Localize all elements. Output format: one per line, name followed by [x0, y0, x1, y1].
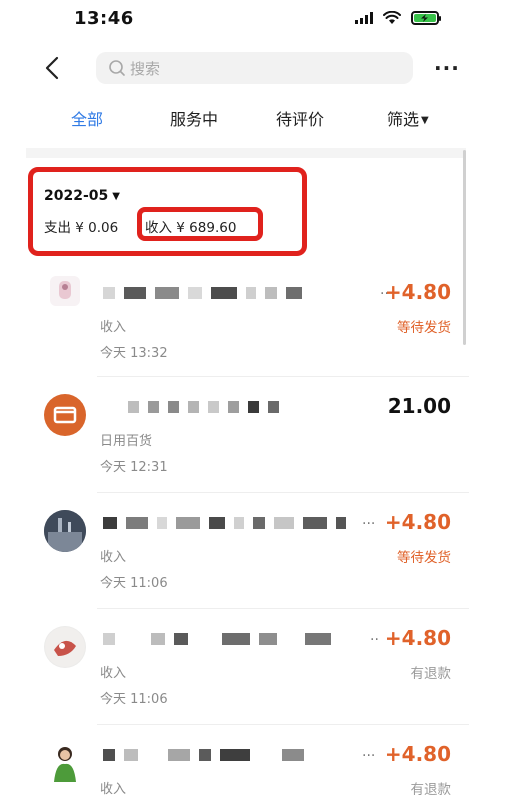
title-ellipsis: ...	[362, 744, 376, 760]
search-placeholder: 搜索	[130, 59, 161, 78]
status-icons	[355, 11, 441, 25]
row-divider	[97, 608, 469, 609]
amount: +4.80	[384, 510, 451, 534]
category: 收入	[100, 782, 127, 797]
amount: 21.00	[387, 394, 451, 418]
more-options-icon[interactable]: ···	[434, 56, 460, 80]
row-divider	[97, 724, 469, 725]
category: 日用百货	[100, 434, 153, 449]
filter-tabs: 全部 服务中 待评价 筛选 ▼	[0, 106, 519, 136]
timestamp: 今天 11:06	[100, 576, 168, 591]
category: 收入	[100, 550, 127, 565]
back-chevron-icon[interactable]	[40, 54, 64, 82]
avatar	[44, 742, 86, 784]
transaction-row[interactable]: .. +4.80 收入 等待发货 今天 13:32	[0, 262, 519, 378]
order-status: 有退款	[410, 666, 452, 682]
transaction-row[interactable]: ... +4.80 收入 有退款	[0, 724, 519, 801]
signal-icon	[355, 12, 373, 24]
section-gap	[26, 148, 466, 158]
blurred-title	[103, 748, 304, 762]
timestamp: 今天 12:31	[100, 460, 168, 475]
store-icon	[44, 394, 86, 436]
tab-all[interactable]: 全部	[71, 106, 103, 130]
battery-icon	[411, 11, 441, 25]
status-time: 13:46	[74, 8, 134, 29]
title-ellipsis: ...	[362, 512, 376, 528]
search-icon	[109, 60, 125, 76]
tab-filter[interactable]: 筛选 ▼	[387, 106, 429, 130]
caret-down-icon: ▼	[421, 115, 429, 126]
avatar	[50, 276, 80, 306]
blurred-title	[103, 632, 331, 646]
amount: +4.80	[384, 626, 451, 650]
transaction-row[interactable]: ... +4.80 收入 等待发货 今天 11:06	[0, 492, 519, 608]
blurred-title	[128, 400, 279, 414]
order-status: 有退款	[410, 782, 452, 798]
blurred-title	[103, 516, 346, 530]
category: 收入	[100, 666, 127, 681]
tab-pending-review[interactable]: 待评价	[276, 106, 324, 130]
order-status: 等待发货	[397, 550, 451, 566]
annotation-box-income	[137, 207, 263, 241]
avatar	[44, 510, 86, 552]
timestamp: 今天 11:06	[100, 692, 168, 707]
timestamp: 今天 13:32	[100, 346, 168, 361]
amount: +4.80	[384, 280, 451, 304]
order-status: 等待发货	[397, 320, 451, 336]
row-divider	[97, 376, 469, 377]
nav-bar: 搜索 ···	[0, 48, 519, 90]
wifi-icon	[383, 11, 401, 24]
status-bar: 13:46	[0, 0, 519, 44]
tab-filter-label: 筛选	[387, 110, 420, 129]
transaction-row[interactable]: .. +4.80 收入 有退款 今天 11:06	[0, 608, 519, 724]
tab-in-service[interactable]: 服务中	[170, 106, 218, 130]
transaction-row[interactable]: 21.00 日用百货 今天 12:31	[0, 376, 519, 492]
category: 收入	[100, 320, 127, 335]
avatar	[44, 626, 86, 668]
title-ellipsis: ..	[370, 628, 379, 644]
search-input[interactable]: 搜索	[96, 52, 413, 84]
amount: +4.80	[384, 742, 451, 766]
row-divider	[97, 492, 469, 493]
blurred-title	[103, 286, 302, 300]
